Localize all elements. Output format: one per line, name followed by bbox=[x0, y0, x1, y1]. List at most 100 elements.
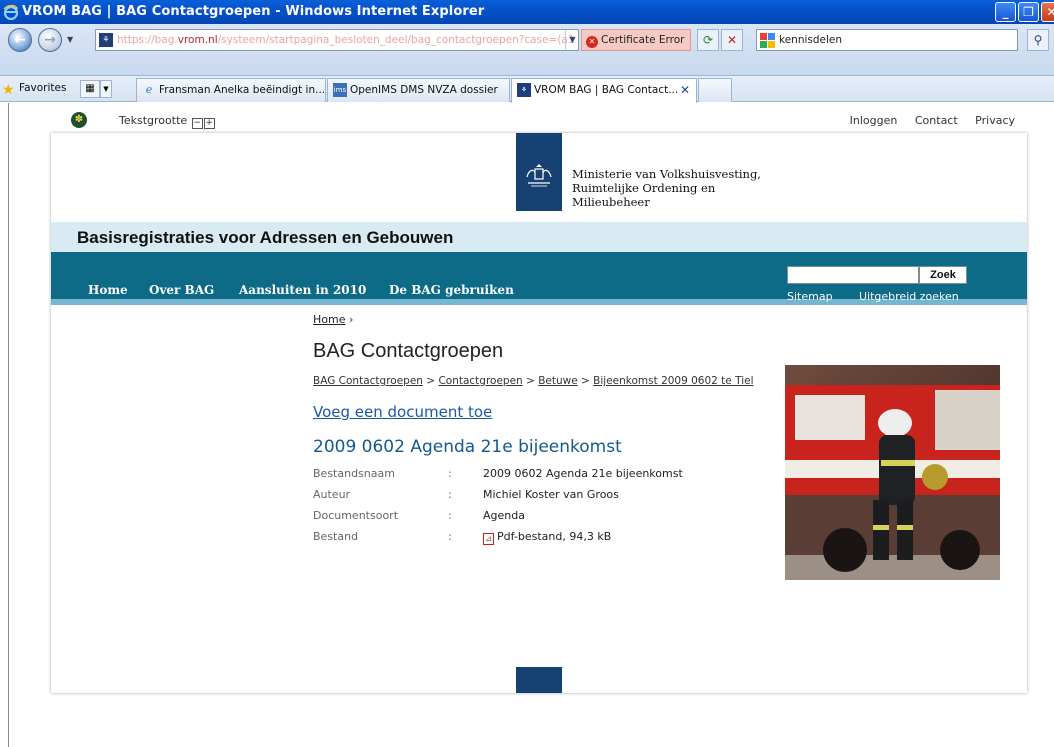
url-prefix: https://bag. bbox=[117, 34, 178, 46]
cert-error-label: Certificate Error bbox=[601, 34, 685, 46]
close-window-button[interactable]: ✕ bbox=[1041, 2, 1054, 22]
site-title-bar: Basisregistraties voor Adressen en Gebou… bbox=[51, 222, 1027, 252]
privacy-link[interactable]: Privacy bbox=[975, 114, 1015, 127]
history-dropdown-icon[interactable]: ▼ bbox=[67, 35, 73, 44]
forward-button[interactable]: → bbox=[38, 28, 62, 52]
ims-icon: ims bbox=[333, 83, 347, 97]
favorites-button[interactable]: Favorites bbox=[19, 82, 66, 94]
nav-over-bag[interactable]: Over BAG bbox=[149, 283, 214, 297]
url-field[interactable]: ⚘ https://bag.vrom.nl/systeem/startpagina… bbox=[95, 29, 579, 51]
meta-colon: : bbox=[448, 467, 452, 480]
table-row: Bestandsnaam : 2009 0602 Agenda 21e bije… bbox=[313, 467, 683, 488]
path-separator: > bbox=[522, 375, 539, 387]
favorites-bar: ★ Favorites ▦ ▼ ℯ Fransman Anelka beëind… bbox=[0, 76, 1054, 103]
url-host: vrom.nl bbox=[177, 34, 218, 46]
new-tab-button[interactable] bbox=[698, 78, 732, 102]
meta-value: Agenda bbox=[483, 509, 525, 522]
tab-label: VROM BAG | BAG Contact... bbox=[534, 84, 679, 96]
meta-colon: : bbox=[448, 488, 452, 501]
meta-value: 2009 0602 Agenda 21e bijeenkomst bbox=[483, 467, 683, 480]
ministry-name: Ministerie van Volkshuisvesting, Ruimtel… bbox=[572, 167, 761, 209]
vrom-icon: ⚘ bbox=[517, 83, 531, 97]
breadcrumb: Home › bbox=[313, 313, 783, 326]
text-size-label: Tekstgrootte bbox=[119, 114, 188, 127]
path-link[interactable]: Contactgroepen bbox=[438, 375, 522, 387]
site-favicon-icon: ⚘ bbox=[99, 33, 113, 47]
text-size-control: Tekstgrootte − + bbox=[119, 114, 215, 129]
url-path: /systeem/startpagina_besloten_deel/bag_c… bbox=[217, 34, 575, 46]
login-link[interactable]: Inloggen bbox=[850, 114, 898, 127]
site-title: Basisregistraties voor Adressen en Gebou… bbox=[77, 228, 454, 247]
meta-key: Bestand bbox=[313, 530, 359, 543]
ministry-line: Milieubeheer bbox=[572, 195, 650, 209]
refresh-button[interactable]: ⟳ bbox=[697, 29, 719, 51]
advanced-search-link[interactable]: Uitgebreid zoeken bbox=[859, 290, 959, 303]
restore-button[interactable]: ❐ bbox=[1018, 2, 1039, 22]
text-smaller-button[interactable]: − bbox=[191, 118, 203, 129]
quick-tabs-icon[interactable]: ▦ bbox=[80, 80, 100, 98]
file-link[interactable]: Pdf-bestand, 94,3 kB bbox=[497, 530, 611, 543]
site-search-input[interactable] bbox=[787, 266, 919, 284]
minimize-button[interactable]: _ bbox=[995, 2, 1016, 22]
tab-anelka[interactable]: ℯ Fransman Anelka beëindigt in... bbox=[136, 78, 326, 102]
meta-value-file[interactable]: ⊿ Pdf-bestand, 94,3 kB bbox=[483, 530, 683, 551]
ie-icon: ℯ bbox=[145, 83, 153, 96]
back-button[interactable]: ← bbox=[8, 28, 32, 52]
nav-home[interactable]: Home bbox=[88, 283, 128, 297]
add-document-link[interactable]: Voeg een document toe bbox=[313, 403, 783, 421]
table-row: Documentsoort : Agenda bbox=[313, 509, 683, 530]
page-container: Ministerie van Volkshuisvesting, Ruimtel… bbox=[51, 133, 1027, 693]
text-larger-button[interactable]: + bbox=[203, 118, 215, 129]
ministry-line: Ruimtelijke Ordening en bbox=[572, 181, 716, 195]
search-input[interactable]: kennisdelen bbox=[756, 29, 1018, 51]
meta-key: Bestandsnaam bbox=[313, 467, 395, 480]
pdf-icon: ⊿ bbox=[483, 533, 494, 545]
table-row: Auteur : Michiel Koster van Groos bbox=[313, 488, 683, 509]
sitemap-link[interactable]: Sitemap bbox=[787, 290, 833, 303]
close-tab-icon[interactable]: ✕ bbox=[680, 79, 690, 101]
ministry-line: Ministerie van Volkshuisvesting, bbox=[572, 167, 761, 181]
meta-key: Auteur bbox=[313, 488, 351, 501]
stop-button[interactable]: ✕ bbox=[721, 29, 743, 51]
url-dropdown-icon[interactable]: ▼ bbox=[565, 30, 579, 50]
tab-label: Fransman Anelka beëindigt in... bbox=[159, 84, 326, 96]
meta-colon: : bbox=[448, 530, 452, 543]
nav-de-bag-gebruiken[interactable]: De BAG gebruiken bbox=[389, 283, 514, 297]
ministry-logo[interactable] bbox=[516, 133, 562, 211]
search-button[interactable]: ⚲ bbox=[1027, 29, 1049, 51]
table-row: Bestand : ⊿ Pdf-bestand, 94,3 kB bbox=[313, 530, 683, 551]
window-title: VROM BAG | BAG Contactgroepen - Windows … bbox=[22, 4, 485, 19]
page-title: BAG Contactgroepen bbox=[313, 340, 504, 362]
site-search-button[interactable]: Zoek bbox=[919, 266, 967, 284]
nav-aansluiten[interactable]: Aansluiten in 2010 bbox=[239, 283, 366, 297]
search-value: kennisdelen bbox=[779, 34, 843, 46]
path-separator: > bbox=[577, 375, 594, 387]
tab-vrom-bag[interactable]: ⚘ VROM BAG | BAG Contact... ✕ bbox=[511, 78, 697, 103]
favorites-star-icon[interactable]: ★ bbox=[2, 82, 15, 98]
tab-openims[interactable]: ims OpenIMS DMS NVZA dossier bbox=[327, 78, 510, 102]
breadcrumb-home-link[interactable]: Home bbox=[313, 313, 345, 326]
meta-colon: : bbox=[448, 509, 452, 522]
meta-value: Michiel Koster van Groos bbox=[483, 488, 619, 501]
coat-of-arms-icon bbox=[526, 164, 552, 187]
breadcrumb-separator: › bbox=[348, 313, 354, 326]
firefighter-photo bbox=[785, 365, 1000, 580]
path-link[interactable]: Betuwe bbox=[538, 375, 577, 387]
document-title: 2009 0602 Agenda 21e bijeenkomst bbox=[313, 437, 622, 457]
cert-error-icon: ✕ bbox=[586, 36, 598, 48]
path-link[interactable]: BAG Contactgroepen bbox=[313, 375, 423, 387]
certificate-error-button[interactable]: ✕ Certificate Error bbox=[581, 29, 691, 51]
main-content: Home › BAG Contactgroepen BAG Contactgro… bbox=[313, 313, 783, 551]
accessibility-icon[interactable]: ✽ bbox=[71, 112, 87, 128]
utility-bar: ✽ Tekstgrootte − + Inloggen Contact Priva… bbox=[9, 103, 1054, 133]
main-navigation: Home Over BAG Aansluiten in 2010 De BAG … bbox=[51, 252, 1027, 305]
page-viewport: ✽ Tekstgrootte − + Inloggen Contact Priva… bbox=[8, 103, 1054, 747]
address-toolbar: ← → ▼ ⚘ https://bag.vrom.nl/systeem/start… bbox=[0, 24, 1054, 76]
contact-link[interactable]: Contact bbox=[915, 114, 958, 127]
folder-path: BAG Contactgroepen > Contactgroepen > Be… bbox=[313, 374, 783, 389]
tab-list-dropdown-icon[interactable]: ▼ bbox=[100, 80, 112, 98]
document-metadata-table: Bestandsnaam : 2009 0602 Agenda 21e bije… bbox=[313, 467, 683, 551]
google-icon bbox=[760, 33, 775, 48]
meta-key: Documentsoort bbox=[313, 509, 399, 522]
path-link[interactable]: Bijeenkomst 2009 0602 te Tiel bbox=[593, 375, 753, 387]
